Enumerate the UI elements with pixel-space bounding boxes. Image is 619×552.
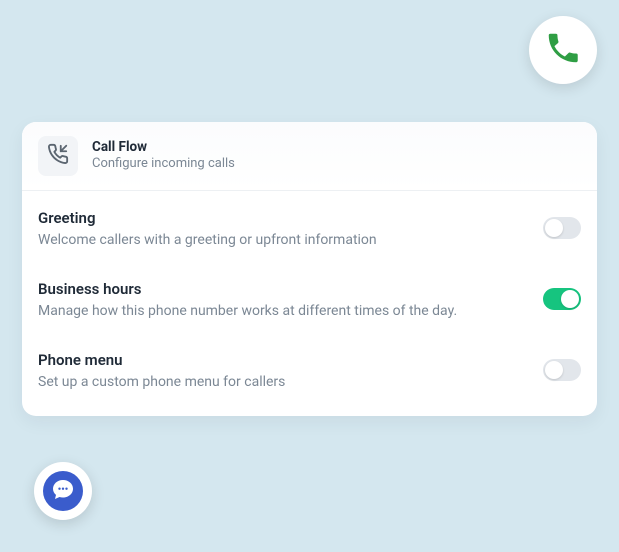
toggle-knob	[545, 219, 563, 237]
toggle-business-hours[interactable]	[543, 288, 581, 310]
row-business-hours: Business hours Manage how this phone num…	[22, 262, 597, 333]
row-phone-menu: Phone menu Set up a custom phone menu fo…	[22, 333, 597, 404]
chat-icon	[51, 477, 75, 505]
phone-icon	[544, 29, 582, 71]
row-label: Phone menu	[38, 351, 285, 371]
toggle-greeting[interactable]	[543, 217, 581, 239]
chat-inner	[43, 471, 83, 511]
row-desc: Welcome callers with a greeting or upfro…	[38, 231, 377, 251]
row-text: Business hours Manage how this phone num…	[38, 280, 457, 321]
row-greeting: Greeting Welcome callers with a greeting…	[22, 191, 597, 262]
row-desc: Set up a custom phone menu for callers	[38, 373, 285, 393]
card-body: Greeting Welcome callers with a greeting…	[22, 191, 597, 416]
toggle-knob	[545, 361, 563, 379]
phone-badge	[529, 16, 597, 84]
card-header: Call Flow Configure incoming calls	[22, 122, 597, 191]
incoming-call-icon	[47, 143, 69, 169]
toggle-knob	[561, 290, 579, 308]
card-title: Call Flow	[92, 139, 235, 156]
header-icon-box	[38, 136, 78, 176]
header-text: Call Flow Configure incoming calls	[92, 139, 235, 173]
card-subtitle: Configure incoming calls	[92, 156, 235, 173]
row-label: Greeting	[38, 209, 377, 229]
row-label: Business hours	[38, 280, 457, 300]
chat-button[interactable]	[34, 462, 92, 520]
row-text: Greeting Welcome callers with a greeting…	[38, 209, 377, 250]
row-desc: Manage how this phone number works at di…	[38, 302, 457, 322]
toggle-phone-menu[interactable]	[543, 359, 581, 381]
call-flow-card: Call Flow Configure incoming calls Greet…	[22, 122, 597, 416]
row-text: Phone menu Set up a custom phone menu fo…	[38, 351, 285, 392]
